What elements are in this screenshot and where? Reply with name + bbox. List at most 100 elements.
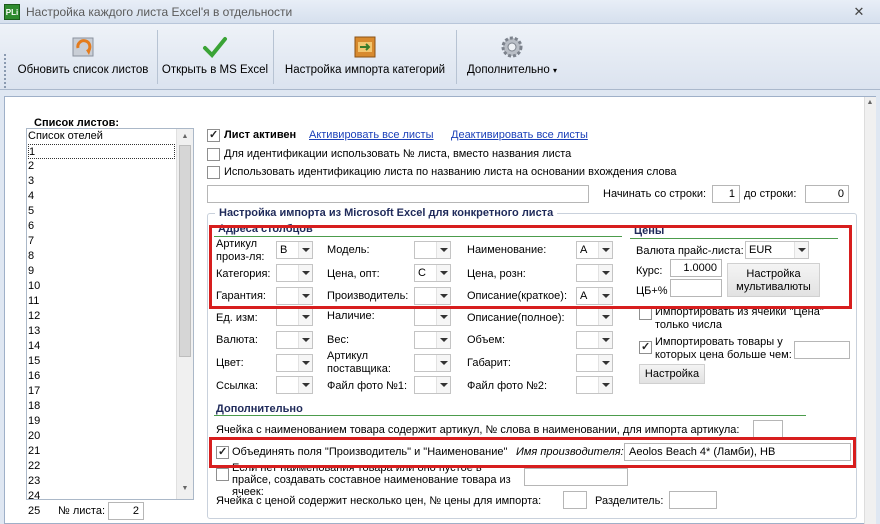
- open-excel-button[interactable]: Открыть в MS Excel: [160, 24, 270, 88]
- chevron-down-icon: [598, 355, 612, 371]
- sheet-item[interactable]: 7: [28, 234, 168, 249]
- highlight-columns-prices: [209, 225, 852, 309]
- link-combo[interactable]: [276, 376, 313, 394]
- sheet-item[interactable]: 2: [28, 159, 168, 174]
- weight-label: Вес:: [327, 334, 350, 346]
- dimensions-combo[interactable]: [576, 354, 613, 372]
- extra-divider: [214, 415, 806, 416]
- import-icon: [354, 36, 376, 58]
- sheet-item-selected[interactable]: 1: [28, 144, 175, 159]
- name-part-input[interactable]: [207, 185, 589, 203]
- highlight-merge-fields: [209, 437, 856, 468]
- main-scrollbar[interactable]: ▲: [864, 97, 876, 524]
- price-settings-button[interactable]: Настройка: [639, 364, 705, 384]
- more-dropdown-button[interactable]: Дополнительно ▾: [460, 24, 564, 88]
- import-price-greater-label: Импортировать товары у которых цена боль…: [655, 336, 792, 361]
- currency-label: Валюта:: [216, 334, 258, 346]
- toolbar-separator: [157, 30, 158, 84]
- min-price-input[interactable]: [794, 341, 850, 359]
- chevron-down-icon: [298, 377, 312, 393]
- color-combo[interactable]: [276, 354, 313, 372]
- close-button[interactable]: ✕: [850, 3, 868, 20]
- chevron-down-icon: [298, 309, 312, 325]
- chevron-down-icon: [436, 377, 450, 393]
- chevron-down-icon: [598, 332, 612, 348]
- sheets-scrollbar[interactable]: ▲ ▼: [176, 129, 193, 499]
- scroll-down-icon[interactable]: ▼: [180, 484, 190, 494]
- start-row-label: Начинать со строки:: [603, 188, 707, 200]
- toolbar: Обновить список листов Открыть в MS Exce…: [0, 24, 880, 104]
- use-number-label: Для идентификации использовать № листа, …: [224, 148, 572, 160]
- sheet-item[interactable]: 16: [28, 369, 168, 384]
- sheet-active-label: Лист активен: [224, 129, 297, 141]
- sheet-item[interactable]: 15: [28, 354, 168, 369]
- desc-full-combo[interactable]: [576, 308, 613, 326]
- availability-label: Наличие:: [327, 310, 375, 322]
- title-bar: PLi Настройка каждого листа Excel'я в от…: [0, 0, 880, 24]
- toolbar-separator: [456, 30, 457, 84]
- availability-combo[interactable]: [414, 308, 451, 326]
- sheet-item[interactable]: 17: [28, 384, 168, 399]
- sheet-item[interactable]: 5: [28, 204, 168, 219]
- sheet-number-label: № листа:: [58, 505, 106, 517]
- scroll-up-icon[interactable]: ▲: [865, 98, 875, 108]
- sheet-item[interactable]: 22: [28, 459, 168, 474]
- import-price-greater-checkbox[interactable]: [639, 340, 652, 354]
- scroll-thumb[interactable]: [179, 145, 191, 357]
- sheet-item[interactable]: 4: [28, 189, 168, 204]
- import-numbers-only-label: Импортировать из ячейки "Цена" только чи…: [655, 306, 824, 331]
- sheet-item[interactable]: 6: [28, 219, 168, 234]
- chevron-down-icon: [598, 377, 612, 393]
- start-row-input[interactable]: 1: [712, 185, 740, 203]
- refresh-sheets-button[interactable]: Обновить список листов: [12, 24, 154, 88]
- separator-label: Разделитель:: [595, 495, 664, 507]
- weight-combo[interactable]: [414, 331, 451, 349]
- sheet-item[interactable]: 3: [28, 174, 168, 189]
- photo2-combo[interactable]: [576, 376, 613, 394]
- separator-input[interactable]: [669, 491, 717, 509]
- extra-title: Дополнительно: [216, 403, 303, 415]
- sheet-item[interactable]: Список отелей: [28, 129, 168, 144]
- desc-full-label: Описание(полное):: [467, 312, 565, 324]
- unit-label: Ед. изм:: [216, 312, 258, 324]
- chevron-down-icon: [436, 355, 450, 371]
- composite-cells-input[interactable]: [524, 468, 628, 486]
- to-row-input[interactable]: 0: [805, 185, 849, 203]
- sheet-item[interactable]: 12: [28, 309, 168, 324]
- sheet-item[interactable]: 8: [28, 249, 168, 264]
- gear-icon: [501, 36, 523, 58]
- deactivate-all-link[interactable]: Деактивировать все листы: [451, 129, 588, 141]
- chevron-down-icon: [298, 355, 312, 371]
- import-categories-button[interactable]: Настройка импорта категорий: [277, 24, 453, 88]
- sheet-item[interactable]: 13: [28, 324, 168, 339]
- use-name-part-label: Использовать идентификацию листа по назв…: [224, 166, 677, 178]
- supplier-article-combo[interactable]: [414, 354, 451, 372]
- sheet-active-checkbox[interactable]: [207, 128, 220, 142]
- sheet-number-input[interactable]: 2: [108, 502, 144, 520]
- unit-combo[interactable]: [276, 308, 313, 326]
- sheet-item[interactable]: 11: [28, 294, 168, 309]
- to-row-label: до строки:: [744, 188, 797, 200]
- import-group-title: Настройка импорта из Microsoft Excel для…: [215, 207, 558, 219]
- use-name-part-checkbox[interactable]: [207, 166, 220, 179]
- sheet-item[interactable]: 21: [28, 444, 168, 459]
- sheet-item[interactable]: 19: [28, 414, 168, 429]
- photo1-combo[interactable]: [414, 376, 451, 394]
- sheet-item[interactable]: 18: [28, 399, 168, 414]
- price-index-input[interactable]: [563, 491, 587, 509]
- color-label: Цвет:: [216, 357, 244, 369]
- activate-all-link[interactable]: Активировать все листы: [309, 129, 434, 141]
- volume-label: Объем:: [467, 334, 506, 346]
- sheet-item[interactable]: 24: [28, 489, 168, 504]
- currency-combo[interactable]: [276, 331, 313, 349]
- sheet-item[interactable]: 9: [28, 264, 168, 279]
- use-number-checkbox[interactable]: [207, 148, 220, 161]
- sheet-item[interactable]: 23: [28, 474, 168, 489]
- sheet-item[interactable]: 20: [28, 429, 168, 444]
- volume-combo[interactable]: [576, 331, 613, 349]
- sheet-item[interactable]: 10: [28, 279, 168, 294]
- article-word-input[interactable]: [753, 420, 783, 438]
- scroll-up-icon[interactable]: ▲: [180, 132, 190, 142]
- sheet-item[interactable]: 14: [28, 339, 168, 354]
- composite-name-checkbox[interactable]: [216, 468, 229, 481]
